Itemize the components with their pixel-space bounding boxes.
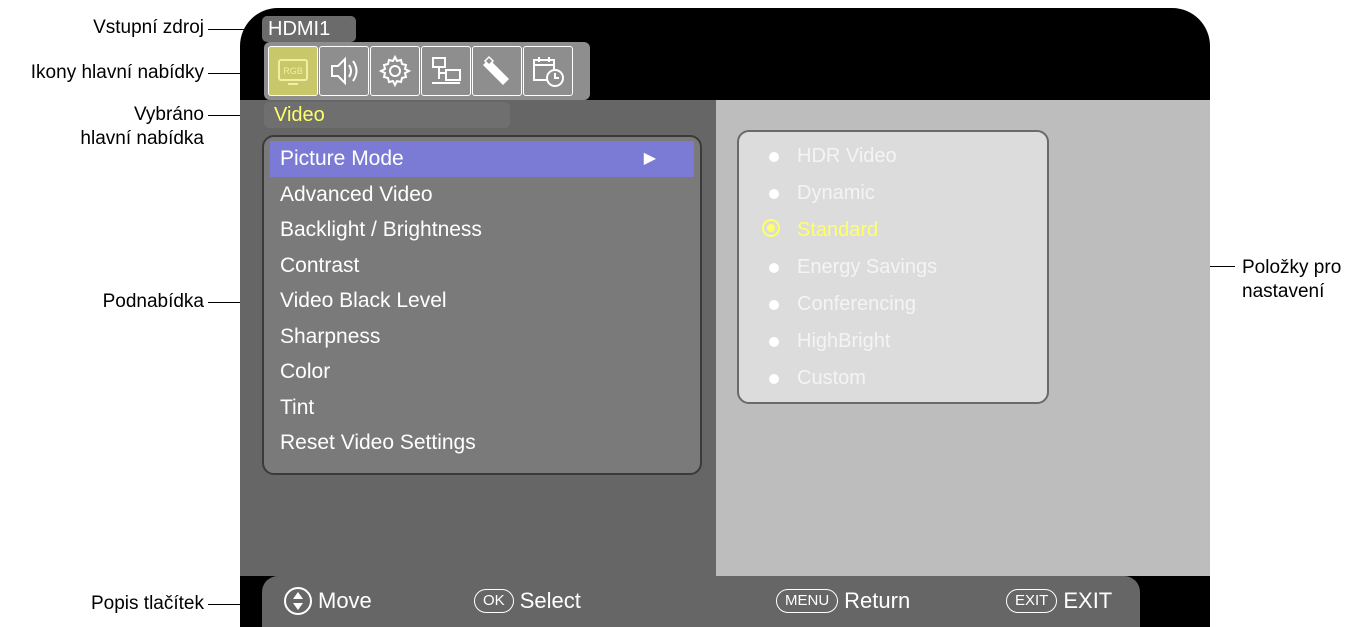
callout-main-menu-icons: Ikony hlavní nabídky <box>30 62 204 83</box>
gear-icon-graphic <box>378 54 412 88</box>
option-dynamic[interactable]: Dynamic <box>763 175 1047 212</box>
option-energy-savings[interactable]: Energy Savings <box>763 249 1047 286</box>
option-label: Energy Savings <box>797 256 938 278</box>
submenu-item-video-black-level[interactable]: Video Black Level <box>270 283 694 319</box>
schedule-icon-graphic <box>533 57 564 87</box>
submenu-item-label: Sharpness <box>280 324 381 348</box>
input-source-label: HDMI1 <box>262 16 356 42</box>
option-label: HighBright <box>797 330 891 352</box>
radio-dot-icon <box>769 374 779 384</box>
rgb-video-icon[interactable]: RGB <box>268 46 318 96</box>
callout-selected-main-line2: hlavní nabídka <box>80 128 204 149</box>
submenu-item-color[interactable]: Color <box>270 354 694 390</box>
option-conferencing[interactable]: Conferencing <box>763 286 1047 323</box>
selected-main-menu-label: Video <box>264 102 510 128</box>
main-menu-icon-bar: RGB <box>264 42 590 100</box>
callout-settings: Položky pro nastavení <box>1242 256 1357 304</box>
callout-submenu: Podnabídka <box>102 291 204 312</box>
submenu-item-backlight-brightness[interactable]: Backlight / Brightness <box>270 212 694 248</box>
settings-options-list: HDR Video Dynamic Standard Energy Saving… <box>737 130 1049 404</box>
submenu-item-tint[interactable]: Tint <box>270 390 694 426</box>
submenu-item-sharpness[interactable]: Sharpness <box>270 319 694 355</box>
option-label: Custom <box>797 367 866 389</box>
radio-dot-icon <box>769 337 779 347</box>
gear-icon[interactable] <box>370 46 420 96</box>
radio-dot-icon <box>769 263 779 273</box>
callout-input-source: Vstupní zdroj <box>93 17 204 38</box>
return-label: Return <box>844 588 911 613</box>
submenu-item-label: Reset Video Settings <box>280 431 476 454</box>
option-standard[interactable]: Standard <box>762 212 1047 249</box>
callout-selected-main-line1: Vybráno <box>133 104 204 125</box>
move-label: Move <box>318 588 372 613</box>
network-icon-graphic <box>432 57 461 84</box>
submenu-item-contrast[interactable]: Contrast <box>270 248 694 284</box>
exit-guide: EXIT EXIT <box>1006 586 1112 616</box>
callout-settings-line2: nastavení <box>1242 281 1325 302</box>
network-icon[interactable] <box>421 46 471 96</box>
radio-selected-icon <box>762 219 780 237</box>
return-guide: MENU Return <box>776 586 910 616</box>
submenu-item-advanced-video[interactable]: Advanced Video <box>270 177 694 213</box>
submenu-item-picture-mode[interactable]: Picture Mode ▶ <box>270 141 694 177</box>
up-down-arrows-icon <box>284 587 312 615</box>
osd-screen: HDMI1 RGB Video Picture Mode ▶ Advanced … <box>240 8 1210 627</box>
select-label: Select <box>519 588 581 613</box>
play-arrow-icon: ▶ <box>643 150 656 167</box>
submenu-item-label: Advanced Video <box>280 182 433 206</box>
speaker-icon-graphic <box>331 56 358 86</box>
radio-dot-icon <box>769 152 779 162</box>
option-custom[interactable]: Custom <box>763 360 1047 397</box>
schedule-icon[interactable] <box>523 46 573 96</box>
button-guide-bar: Move OK Select MENU Return EXIT EXIT <box>262 576 1140 627</box>
option-label: Conferencing <box>797 293 916 315</box>
submenu-item-label: Contrast <box>280 253 360 277</box>
menu-key-icon: MENU <box>776 589 839 613</box>
submenu-item-label: Color <box>280 360 331 383</box>
select-guide: OK Select <box>474 586 581 616</box>
callout-buttons: Popis tlačítek <box>91 593 204 614</box>
submenu-list: Picture Mode ▶ Advanced Video Backlight … <box>262 135 702 475</box>
option-hdr-video[interactable]: HDR Video <box>763 138 1047 175</box>
option-highbright[interactable]: HighBright <box>763 323 1047 360</box>
ok-key-icon: OK <box>474 589 514 613</box>
rgb-video-icon-graphic: RGB <box>278 59 308 85</box>
callout-selected-main: Vybráno hlavní nabídka <box>20 103 204 151</box>
submenu-item-reset-video-settings[interactable]: Reset Video Settings <box>270 425 694 461</box>
option-label: Standard <box>797 219 879 241</box>
radio-dot-icon <box>769 300 779 310</box>
callout-settings-line1: Položky pro <box>1242 257 1342 278</box>
exit-label: EXIT <box>1063 588 1113 613</box>
usb-stick-icon[interactable] <box>472 46 522 96</box>
option-label: HDR Video <box>797 145 897 167</box>
exit-key-icon: EXIT <box>1006 589 1058 613</box>
option-label: Dynamic <box>797 182 875 204</box>
submenu-item-label: Picture Mode <box>280 147 404 170</box>
speaker-icon[interactable] <box>319 46 369 96</box>
submenu-item-label: Tint <box>280 395 315 419</box>
submenu-item-label: Video Black Level <box>280 289 447 312</box>
submenu-item-label: Backlight / Brightness <box>280 218 482 241</box>
usb-stick-icon-graphic <box>483 55 509 85</box>
radio-dot-icon <box>769 189 779 199</box>
move-guide: Move <box>284 586 372 616</box>
rgb-icon-text: RGB <box>283 66 303 76</box>
